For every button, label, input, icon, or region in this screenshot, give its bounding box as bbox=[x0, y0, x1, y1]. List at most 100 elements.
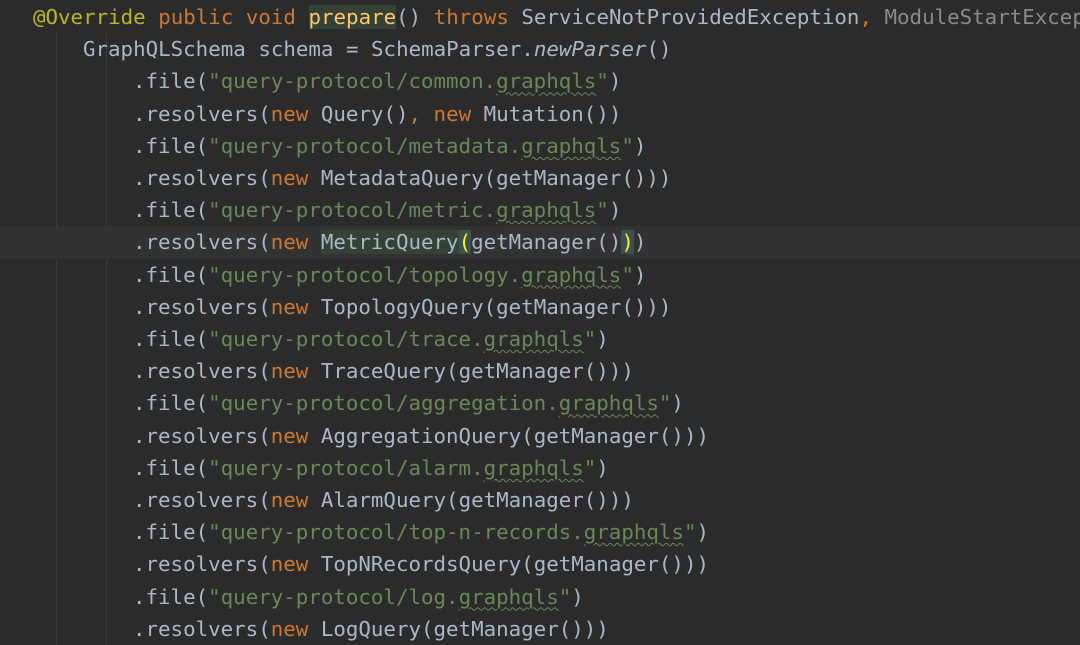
quote: " bbox=[208, 584, 221, 609]
file-path: query-protocol/alarm. bbox=[220, 455, 484, 480]
quote: " bbox=[621, 262, 634, 287]
close-paren: ) bbox=[671, 391, 684, 416]
resolvers-call: .resolvers( bbox=[133, 359, 271, 384]
code-editor[interactable]: @Override public void prepare() throws S… bbox=[0, 0, 1080, 645]
quote: " bbox=[558, 584, 572, 609]
quote: " bbox=[208, 391, 221, 416]
typo-extension: graphqls bbox=[521, 262, 622, 287]
code-line-file-topology[interactable]: .file("query-protocol/topology.graphqls"… bbox=[0, 259, 1080, 291]
class-name[interactable]: AggregationQuery bbox=[321, 424, 521, 448]
quote: " bbox=[596, 198, 609, 223]
file-call: .file( bbox=[133, 198, 209, 223]
keyword-new: new bbox=[433, 101, 472, 126]
matched-open-paren: ( bbox=[458, 230, 472, 255]
quote: " bbox=[583, 455, 597, 480]
file-path: query-protocol/top-n-records. bbox=[220, 520, 584, 545]
code-line-file-log[interactable]: .file("query-protocol/log.graphqls") bbox=[0, 581, 1080, 613]
code-line-resolvers-metric-current[interactable]: .resolvers(new MetricQuery(getManager())… bbox=[0, 226, 1080, 259]
type-graphql-schema[interactable]: GraphQLSchema bbox=[83, 37, 246, 61]
class-schema-parser[interactable]: SchemaParser. bbox=[371, 37, 534, 61]
file-path: query-protocol/common. bbox=[220, 69, 497, 94]
keyword-new: new bbox=[270, 488, 309, 512]
string-literal: "query-protocol/alarm.graphqls" bbox=[208, 456, 596, 480]
resolvers-call: .resolvers( bbox=[133, 101, 271, 126]
file-call: .file( bbox=[133, 520, 209, 545]
typo-extension: graphqls bbox=[458, 584, 559, 609]
quote: " bbox=[208, 455, 221, 480]
variable-schema[interactable]: schema bbox=[258, 37, 333, 61]
file-call: .file( bbox=[133, 69, 209, 94]
string-literal: "query-protocol/trace.graphqls" bbox=[208, 327, 596, 351]
method-name-prepare[interactable]: prepare bbox=[308, 5, 397, 29]
code-line-resolvers-topology[interactable]: .resolvers(new TopologyQuery(getManager(… bbox=[0, 291, 1080, 323]
code-line-resolvers-top-n-records[interactable]: .resolvers(new TopNRecordsQuery(getManag… bbox=[0, 548, 1080, 580]
keyword-new: new bbox=[270, 166, 309, 190]
code-line-file-top-n-records[interactable]: .file("query-protocol/top-n-records.grap… bbox=[0, 516, 1080, 548]
file-call: .file( bbox=[133, 133, 209, 158]
code-line-schema-declaration[interactable]: GraphQLSchema schema = SchemaParser.newP… bbox=[0, 33, 1080, 65]
code-line-file-metadata[interactable]: .file("query-protocol/metadata.graphqls"… bbox=[0, 130, 1080, 162]
code-line-resolvers-trace[interactable]: .resolvers(new TraceQuery(getManager())) bbox=[0, 355, 1080, 387]
keyword-new: new bbox=[270, 101, 309, 126]
code-line-resolvers-query[interactable]: .resolvers(new Query(), new Mutation()) bbox=[0, 98, 1080, 130]
code-line-resolvers-alarm[interactable]: .resolvers(new AlarmQuery(getManager())) bbox=[0, 484, 1080, 516]
class-query[interactable]: Query() bbox=[321, 102, 409, 126]
keyword-throws: throws bbox=[433, 5, 509, 29]
file-call: .file( bbox=[133, 391, 209, 416]
typo-extension: graphqls bbox=[496, 69, 597, 94]
quote: " bbox=[208, 327, 221, 351]
call-args: (getManager())) bbox=[521, 552, 709, 577]
exception-module-start[interactable]: ModuleStartExcept bbox=[885, 5, 1080, 29]
quote: " bbox=[658, 391, 672, 416]
close-paren: ) bbox=[608, 69, 622, 94]
close-paren: ) bbox=[608, 198, 622, 223]
class-name[interactable]: TopologyQuery bbox=[321, 295, 484, 319]
method-new-parser[interactable]: newParser bbox=[534, 37, 647, 61]
code-line-file-common[interactable]: .file("query-protocol/common.graphqls") bbox=[0, 65, 1080, 97]
file-call: .file( bbox=[133, 584, 209, 609]
close-paren: ) bbox=[596, 455, 609, 480]
string-literal: "query-protocol/log.graphqls" bbox=[208, 585, 571, 609]
resolvers-call: .resolvers( bbox=[133, 552, 271, 577]
resolvers-call: .resolvers( bbox=[133, 488, 271, 512]
call-args: (getManager())) bbox=[483, 166, 672, 190]
resolvers-call: .resolvers( bbox=[133, 166, 271, 190]
call-parens: () bbox=[646, 37, 672, 62]
code-line-resolvers-metadata[interactable]: .resolvers(new MetadataQuery(getManager(… bbox=[0, 162, 1080, 194]
exception-service-not-provided[interactable]: ServiceNotProvidedException bbox=[521, 5, 859, 29]
class-name[interactable]: TopNRecordsQuery bbox=[321, 552, 521, 576]
class-name[interactable]: LogQuery bbox=[321, 617, 421, 641]
close-paren: ) bbox=[633, 262, 647, 287]
string-literal: "query-protocol/top-n-records.graphqls" bbox=[208, 520, 696, 544]
class-name[interactable]: MetadataQuery bbox=[321, 166, 484, 190]
resolvers-call: .resolvers( bbox=[133, 230, 271, 255]
class-mutation[interactable]: Mutation()) bbox=[484, 102, 622, 126]
code-line-method-signature[interactable]: @Override public void prepare() throws S… bbox=[0, 1, 1080, 33]
file-call: .file( bbox=[133, 455, 209, 480]
keyword-new: new bbox=[270, 359, 309, 384]
code-line-file-aggregation[interactable]: .file("query-protocol/aggregation.graphq… bbox=[0, 387, 1080, 419]
close-paren: ) bbox=[696, 520, 709, 545]
code-line-file-alarm[interactable]: .file("query-protocol/alarm.graphqls") bbox=[0, 452, 1080, 484]
class-name[interactable]: TraceQuery bbox=[321, 359, 446, 383]
typo-extension: graphqls bbox=[483, 327, 584, 351]
keyword-void: void bbox=[245, 5, 296, 29]
comma: , bbox=[408, 101, 422, 126]
class-name[interactable]: AlarmQuery bbox=[321, 488, 446, 512]
file-call: .file( bbox=[133, 262, 209, 287]
quote: " bbox=[596, 69, 609, 94]
typo-extension: graphqls bbox=[521, 133, 622, 158]
string-literal: "query-protocol/common.graphqls" bbox=[208, 69, 609, 93]
keyword-new: new bbox=[270, 230, 309, 255]
class-name[interactable]: MetricQuery bbox=[320, 230, 459, 255]
code-line-file-trace[interactable]: .file("query-protocol/trace.graphqls") bbox=[0, 323, 1080, 355]
call-args: (getManager())) bbox=[446, 488, 634, 512]
code-line-resolvers-log[interactable]: .resolvers(new LogQuery(getManager())) bbox=[0, 613, 1080, 645]
typo-extension: graphqls bbox=[583, 520, 684, 545]
keyword-public: public bbox=[158, 5, 234, 29]
resolvers-call: .resolvers( bbox=[133, 616, 271, 641]
quote: " bbox=[621, 133, 634, 158]
code-line-file-metric[interactable]: .file("query-protocol/metric.graphqls") bbox=[0, 194, 1080, 226]
code-line-resolvers-aggregation[interactable]: .resolvers(new AggregationQuery(getManag… bbox=[0, 420, 1080, 452]
close-paren: ) bbox=[571, 584, 584, 609]
